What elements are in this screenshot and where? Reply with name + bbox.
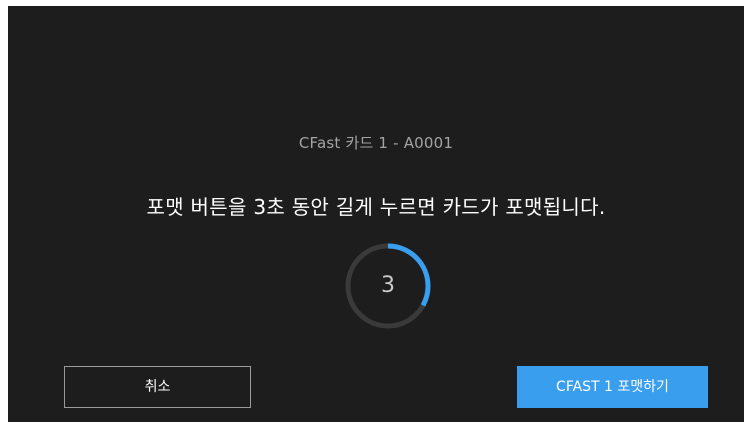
- format-instruction-message: 포맷 버튼을 3초 동안 길게 누르면 카드가 포맷됩니다.: [146, 195, 606, 219]
- format-card-dialog: CFast 카드 1 - A0001 포맷 버튼을 3초 동안 길게 누르면 카…: [8, 6, 744, 422]
- countdown-ring: 3: [342, 240, 434, 332]
- countdown-number: 3: [381, 273, 395, 298]
- cancel-button[interactable]: 취소: [64, 366, 251, 408]
- format-card-button[interactable]: CFAST 1 포맷하기: [517, 366, 708, 408]
- card-label: CFast 카드 1 - A0001: [298, 134, 454, 152]
